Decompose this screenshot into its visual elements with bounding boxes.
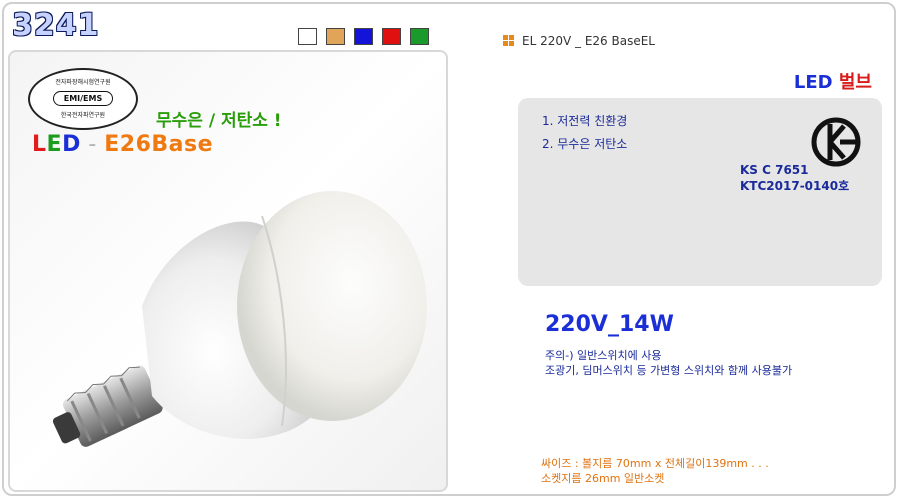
cert-top-text: 전자파장해시험연구원 [55, 79, 111, 86]
led-base-title: LED - E26Base [32, 132, 213, 157]
grid-icon [503, 35, 514, 46]
product-code: 3241 [12, 8, 100, 43]
swatch-white[interactable] [298, 28, 317, 45]
title-letter-d: D [62, 132, 81, 157]
feature-list: 1. 저전력 친환경 2. 무수은 저탄소 [542, 110, 627, 156]
swatch-green[interactable] [410, 28, 429, 45]
size-info: 싸이즈 : 볼지름 70mm x 전체길이139mm . . . 소켓지름 26… [541, 456, 769, 486]
cert-bottom-text: 한국전자파연구원 [60, 112, 106, 119]
led-bulb-image [52, 191, 427, 447]
spec-header: EL 220V _ E26 BaseEL [503, 34, 655, 48]
color-swatches [298, 28, 429, 45]
title-letter-e: E [46, 132, 63, 157]
swatch-tan[interactable] [326, 28, 345, 45]
emi-ems-cert-badge: 전자파장해시험연구원 EMI/EMS 한국전자파연구원 [28, 68, 138, 130]
product-name-bulb: 벌브 [838, 72, 872, 93]
feature-item-2: 2. 무수은 저탄소 [542, 137, 628, 151]
size-line-1: 싸이즈 : 볼지름 70mm x 전체길이139mm . . . [541, 457, 769, 470]
slogan: 무수은 / 저탄소 ! [156, 111, 282, 131]
spec-header-text: EL 220V _ E26 BaseEL [522, 34, 655, 48]
kc-certification-icon [811, 117, 861, 167]
swatch-blue[interactable] [354, 28, 373, 45]
notice-line-1: 주의-) 일반스위치에 사용 [545, 349, 662, 362]
ks-standard-info: KS C 7651 KTC2017-0140호 [740, 162, 849, 194]
title-dash: - [80, 132, 105, 157]
title-base: E26Base [104, 132, 214, 157]
feature-item-1: 1. 저전력 친환경 [542, 114, 628, 128]
power-rating: 220V_14W [545, 312, 674, 337]
product-name-led: LED [793, 72, 839, 93]
product-name: LED 벌브 [794, 68, 872, 94]
cert-middle-text: EMI/EMS [52, 91, 114, 106]
swatch-red[interactable] [382, 28, 401, 45]
feature-box: 1. 저전력 친환경 2. 무수은 저탄소 KS C 7651 KTC2017-… [518, 98, 882, 286]
product-photo-panel: 전자파장해시험연구원 EMI/EMS 한국전자파연구원 무수은 / 저탄소 ! … [8, 50, 448, 492]
usage-notice: 주의-) 일반스위치에 사용 조광기, 딤머스위치 등 가변형 스위치와 함께 … [545, 348, 792, 378]
size-line-2: 소켓지름 26mm 일반소켓 [541, 472, 665, 485]
title-letter-l: L [32, 132, 47, 157]
ks-code: KS C 7651 [740, 163, 809, 177]
ktc-code: KTC2017-0140호 [740, 179, 850, 193]
notice-line-2: 조광기, 딤머스위치 등 가변형 스위치와 함께 사용불가 [545, 364, 793, 377]
